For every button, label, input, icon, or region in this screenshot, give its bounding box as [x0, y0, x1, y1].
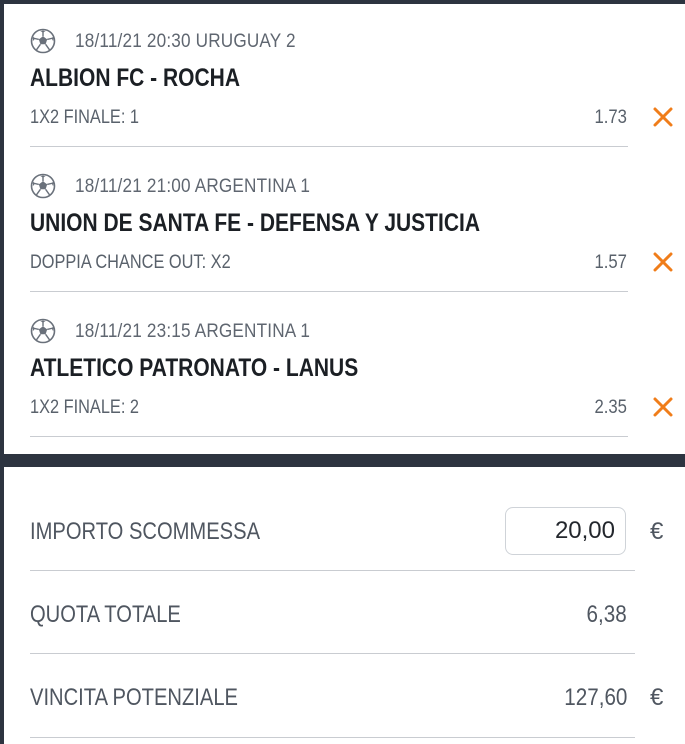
bet-market: 1X2 FINALE: 2 [30, 397, 139, 418]
potential-win-value: 127,60 [563, 684, 627, 711]
soccer-ball-icon [30, 28, 56, 54]
stake-input[interactable] [505, 507, 626, 555]
bet-odds: 1.73 [594, 107, 627, 128]
bet-market: 1X2 FINALE: 1 [30, 107, 139, 128]
total-odds-value: 6,38 [586, 601, 627, 628]
divider [30, 436, 628, 437]
bet-selection: 18/11/21 20:30 URUGUAY 2 ALBION FC - ROC… [4, 4, 685, 149]
soccer-ball-icon [30, 173, 56, 199]
bet-match-name: ALBION FC - ROCHA [30, 64, 240, 92]
stake-currency: € [650, 518, 664, 545]
close-icon[interactable] [652, 106, 674, 128]
bet-datetime-league: 18/11/21 20:30 URUGUAY 2 [75, 29, 296, 52]
bet-slip-summary: IMPORTO SCOMMESSA € QUOTA TOTALE 6,38 VI… [4, 467, 685, 744]
bet-meta: 18/11/21 23:15 ARGENTINA 1 [30, 317, 342, 345]
divider [30, 737, 635, 738]
stake-label: IMPORTO SCOMMESSA [30, 518, 261, 545]
bet-selection: 18/11/21 23:15 ARGENTINA 1 ATLETICO PATR… [4, 294, 685, 439]
bet-market: DOPPIA CHANCE OUT: X2 [30, 252, 231, 273]
bet-datetime-league: 18/11/21 23:15 ARGENTINA 1 [75, 319, 311, 342]
bet-match-name: ATLETICO PATRONATO - LANUS [30, 354, 359, 382]
bet-odds: 1.57 [594, 252, 627, 273]
close-icon[interactable] [652, 251, 674, 273]
total-odds-label: QUOTA TOTALE [30, 601, 181, 628]
potential-win-currency: € [650, 684, 664, 711]
divider [30, 291, 628, 292]
soccer-ball-icon [30, 318, 56, 344]
bet-selection: 18/11/21 21:00 ARGENTINA 1 UNION DE SANT… [4, 149, 685, 294]
bet-datetime-league: 18/11/21 21:00 ARGENTINA 1 [75, 174, 311, 197]
close-icon[interactable] [652, 396, 674, 418]
potential-win-row: VINCITA POTENZIALE 127,60 € [4, 654, 685, 738]
stake-row: IMPORTO SCOMMESSA € [4, 467, 685, 555]
potential-win-label: VINCITA POTENZIALE [30, 684, 238, 711]
bet-meta: 18/11/21 20:30 URUGUAY 2 [30, 27, 326, 55]
bet-odds: 2.35 [594, 397, 627, 418]
bet-slip-selections: 18/11/21 20:30 URUGUAY 2 ALBION FC - ROC… [4, 4, 685, 454]
total-odds-row: QUOTA TOTALE 6,38 [4, 571, 685, 655]
divider [30, 146, 628, 147]
bet-match-name: UNION DE SANTA FE - DEFENSA Y JUSTICIA [30, 209, 481, 237]
bet-meta: 18/11/21 21:00 ARGENTINA 1 [30, 172, 342, 200]
